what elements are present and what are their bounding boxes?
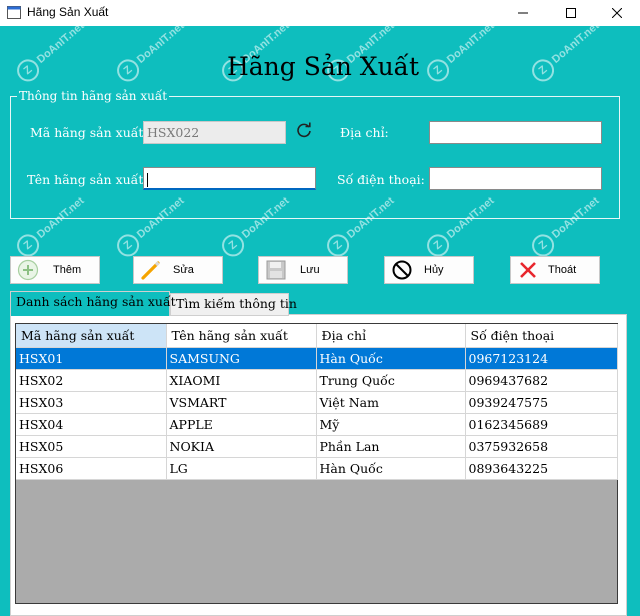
ma-hang-label: Mã hãng sản xuất: (30, 125, 148, 140)
data-grid[interactable]: Mã hãng sản xuất Tên hãng sản xuất Địa c… (15, 323, 618, 604)
page-heading: Hãng Sản Xuất (226, 52, 420, 81)
table-cell[interactable]: Việt Nam (316, 391, 466, 414)
table-cell[interactable]: Hàn Quốc (316, 457, 466, 480)
table-row[interactable]: HSX06 LG Hàn Quốc 0893643225 (16, 457, 618, 480)
table-cell[interactable]: Phần Lan (316, 435, 466, 458)
title-bar: Hãng Sản Xuất (0, 0, 640, 26)
table-cell[interactable]: 0969437682 (465, 369, 618, 392)
table-cell[interactable]: VSMART (166, 391, 317, 414)
cancel-icon (392, 260, 412, 280)
manufacturer-table: Mã hãng sản xuất Tên hãng sản xuất Địa c… (16, 324, 618, 480)
table-row[interactable]: HSX03 VSMART Việt Nam 0939247575 (16, 391, 618, 414)
table-cell[interactable]: NOKIA (166, 435, 317, 458)
table-row[interactable]: HSX02 XIAOMI Trung Quốc 0969437682 (16, 369, 618, 392)
table-cell[interactable]: HSX03 (16, 391, 167, 414)
close-x-icon (520, 262, 536, 278)
app-window: Hãng Sản Xuất ZDoAnIT.net ZDoAnIT.net ZD… (0, 0, 640, 616)
close-icon (612, 8, 622, 18)
luu-button[interactable]: Lưu (258, 256, 348, 284)
refresh-icon[interactable] (295, 121, 313, 139)
sua-label: Sửa (173, 264, 194, 276)
dia-chi-label: Địa chỉ: (340, 125, 389, 140)
table-cell[interactable]: 0939247575 (465, 391, 618, 414)
save-icon (266, 260, 286, 280)
table-cell[interactable]: SAMSUNG (166, 347, 317, 370)
window-title: Hãng Sản Xuất (27, 5, 109, 19)
column-header-sdt[interactable]: Số điện thoại (465, 324, 618, 348)
table-cell[interactable]: HSX02 (16, 369, 167, 392)
maximize-button[interactable] (548, 0, 594, 26)
thoat-button[interactable]: Thoát (510, 256, 600, 284)
ma-hang-field[interactable]: HSX022 (143, 121, 286, 144)
table-cell[interactable]: 0375932658 (465, 435, 618, 458)
table-cell[interactable]: Mỹ (316, 413, 466, 436)
sua-button[interactable]: Sửa (133, 256, 223, 284)
table-cell[interactable]: HSX04 (16, 413, 167, 436)
add-icon (17, 259, 39, 281)
table-cell[interactable]: LG (166, 457, 317, 480)
info-groupbox (10, 96, 620, 219)
maximize-icon (566, 8, 576, 18)
ten-hang-label: Tên hãng sản xuất: (27, 172, 148, 187)
table-cell[interactable]: 0967123124 (465, 347, 618, 370)
thoat-label: Thoát (548, 264, 577, 276)
table-cell[interactable]: Hàn Quốc (316, 347, 466, 370)
ten-hang-field[interactable] (143, 167, 316, 190)
huy-label: Hủy (424, 264, 444, 276)
table-row[interactable]: HSX01 SAMSUNG Hàn Quốc 0967123124 (16, 347, 618, 370)
table-cell[interactable]: APPLE (166, 413, 317, 436)
column-header-ma[interactable]: Mã hãng sản xuất (16, 324, 167, 348)
them-button[interactable]: Thêm (10, 256, 100, 284)
luu-label: Lưu (300, 264, 320, 276)
so-dien-thoai-field[interactable] (429, 167, 602, 190)
groupbox-legend: Thông tin hãng sản xuất (17, 89, 170, 103)
table-row[interactable]: HSX04 APPLE Mỹ 0162345689 (16, 413, 618, 436)
them-label: Thêm (53, 264, 82, 276)
so-dien-thoai-label: Số điện thoại: (337, 172, 425, 187)
table-cell[interactable]: 0893643225 (465, 457, 618, 480)
table-cell[interactable]: HSX01 (16, 347, 167, 370)
text-caret (147, 172, 148, 187)
table-cell[interactable]: XIAOMI (166, 369, 317, 392)
huy-button[interactable]: Hủy (384, 256, 474, 284)
minimize-button[interactable] (500, 0, 546, 26)
table-row[interactable]: HSX05 NOKIA Phần Lan 0375932658 (16, 435, 618, 458)
header-row: Mã hãng sản xuất Tên hãng sản xuất Địa c… (16, 324, 618, 348)
tab-danh-sach[interactable]: Danh sách hãng sản xuất (10, 291, 176, 316)
column-header-dia-chi[interactable]: Địa chỉ (316, 324, 466, 348)
pencil-icon (141, 261, 160, 280)
table-cell[interactable]: HSX06 (16, 457, 167, 480)
minimize-icon (518, 12, 528, 14)
tab-tim-kiem[interactable]: Tìm kiếm thông tin (170, 293, 297, 316)
table-cell[interactable]: Trung Quốc (316, 369, 466, 392)
table-cell[interactable]: HSX05 (16, 435, 167, 458)
column-header-ten[interactable]: Tên hãng sản xuất (166, 324, 317, 348)
dia-chi-field[interactable] (429, 121, 602, 144)
app-icon (7, 6, 21, 19)
close-button[interactable] (594, 0, 640, 26)
table-cell[interactable]: 0162345689 (465, 413, 618, 436)
